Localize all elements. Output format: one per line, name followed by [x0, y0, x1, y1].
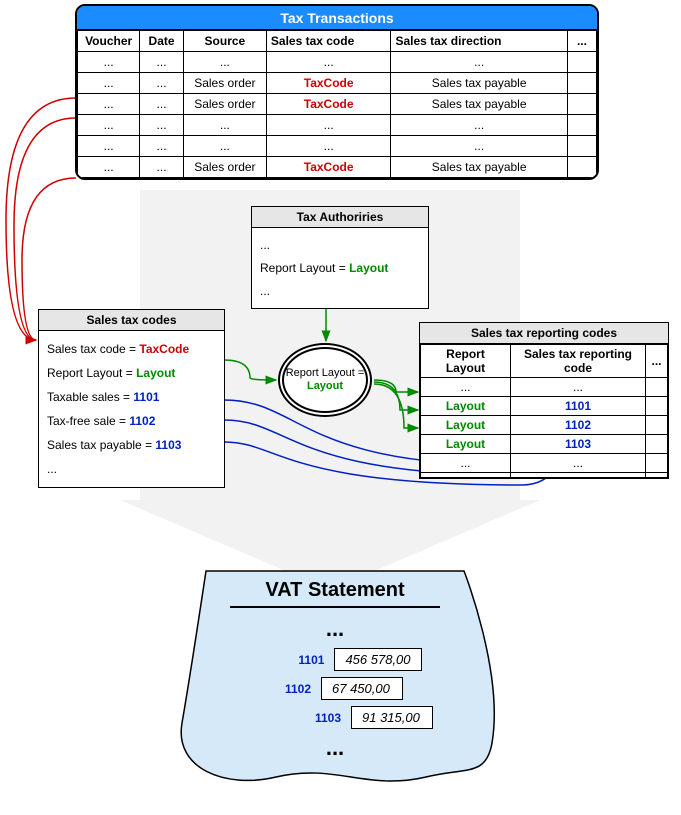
table-row: ......	[421, 378, 668, 397]
vat-dots: ...	[166, 616, 504, 642]
table-row: Layout1102	[421, 416, 668, 435]
sales-tax-codes-box: Sales tax codes Sales tax code = TaxCode…	[38, 309, 225, 488]
codes-line: Sales tax code = TaxCode	[47, 337, 216, 361]
col-voucher: Voucher	[78, 31, 140, 52]
col-direction: Sales tax direction	[391, 31, 567, 52]
codes-line: Taxable sales = 1101	[47, 385, 216, 409]
vat-code: 1102	[271, 682, 311, 696]
col-source: Source	[183, 31, 266, 52]
auth-line: ...	[260, 280, 420, 303]
col-code: Sales tax reporting code	[511, 345, 646, 378]
col-taxcode: Sales tax code	[266, 31, 391, 52]
sales-tax-reporting-codes-table: Sales tax reporting codes Report Layout …	[419, 322, 669, 479]
layout-join-oval: Report Layout = Layout	[278, 343, 372, 417]
vat-row: 1101 456 578,00	[184, 648, 522, 671]
tax-transactions-table: Tax Transactions Voucher Date Source Sal…	[75, 4, 599, 180]
table-row: ......Sales orderTaxCodeSales tax payabl…	[78, 157, 597, 178]
table-row: Layout1103	[421, 435, 668, 454]
reporting-codes-title: Sales tax reporting codes	[420, 323, 668, 344]
table-header-row: Report Layout Sales tax reporting code .…	[421, 345, 668, 378]
auth-line: ...	[260, 234, 420, 257]
vat-value: 91 315,00	[351, 706, 433, 729]
col-more: ...	[646, 345, 668, 378]
col-layout: Report Layout	[421, 345, 511, 378]
codes-line: ...	[47, 457, 216, 481]
vat-rule	[230, 606, 440, 608]
codes-line: Report Layout = Layout	[47, 361, 216, 385]
vat-row: 1102 67 450,00	[168, 677, 506, 700]
col-date: Date	[140, 31, 184, 52]
vat-title: VAT Statement	[166, 579, 504, 602]
codes-line: Sales tax payable = 1103	[47, 433, 216, 457]
vat-code: 1101	[284, 653, 324, 667]
vat-value: 456 578,00	[334, 648, 421, 671]
table-row: ......Sales orderTaxCodeSales tax payabl…	[78, 94, 597, 115]
table-header-row: Voucher Date Source Sales tax code Sales…	[78, 31, 597, 52]
tax-authorities-box: Tax Authoriries ... Report Layout = Layo…	[251, 206, 429, 309]
vat-value: 67 450,00	[321, 677, 403, 700]
oval-label: Report Layout =	[286, 367, 365, 380]
sales-tax-codes-title: Sales tax codes	[39, 310, 224, 331]
table-row: ......Sales orderTaxCodeSales tax payabl…	[78, 73, 597, 94]
table-row: ...............	[78, 136, 597, 157]
auth-line: Report Layout = Layout	[260, 257, 420, 280]
vat-row: 1103 91 315,00	[198, 706, 536, 729]
vat-code: 1103	[301, 711, 341, 725]
vat-statement: VAT Statement ... 1101 456 578,00 1102 6…	[166, 563, 504, 799]
vat-dots: ...	[166, 735, 504, 761]
oval-value: Layout	[307, 380, 343, 393]
tax-transactions-title: Tax Transactions	[77, 6, 597, 30]
table-row: ...............	[78, 52, 597, 73]
tax-authorities-title: Tax Authoriries	[252, 207, 428, 228]
table-row: ......	[421, 454, 668, 473]
col-more: ...	[567, 31, 596, 52]
codes-line: Tax-free sale = 1102	[47, 409, 216, 433]
table-row	[421, 473, 668, 478]
table-row: Layout1101	[421, 397, 668, 416]
table-row: ...............	[78, 115, 597, 136]
